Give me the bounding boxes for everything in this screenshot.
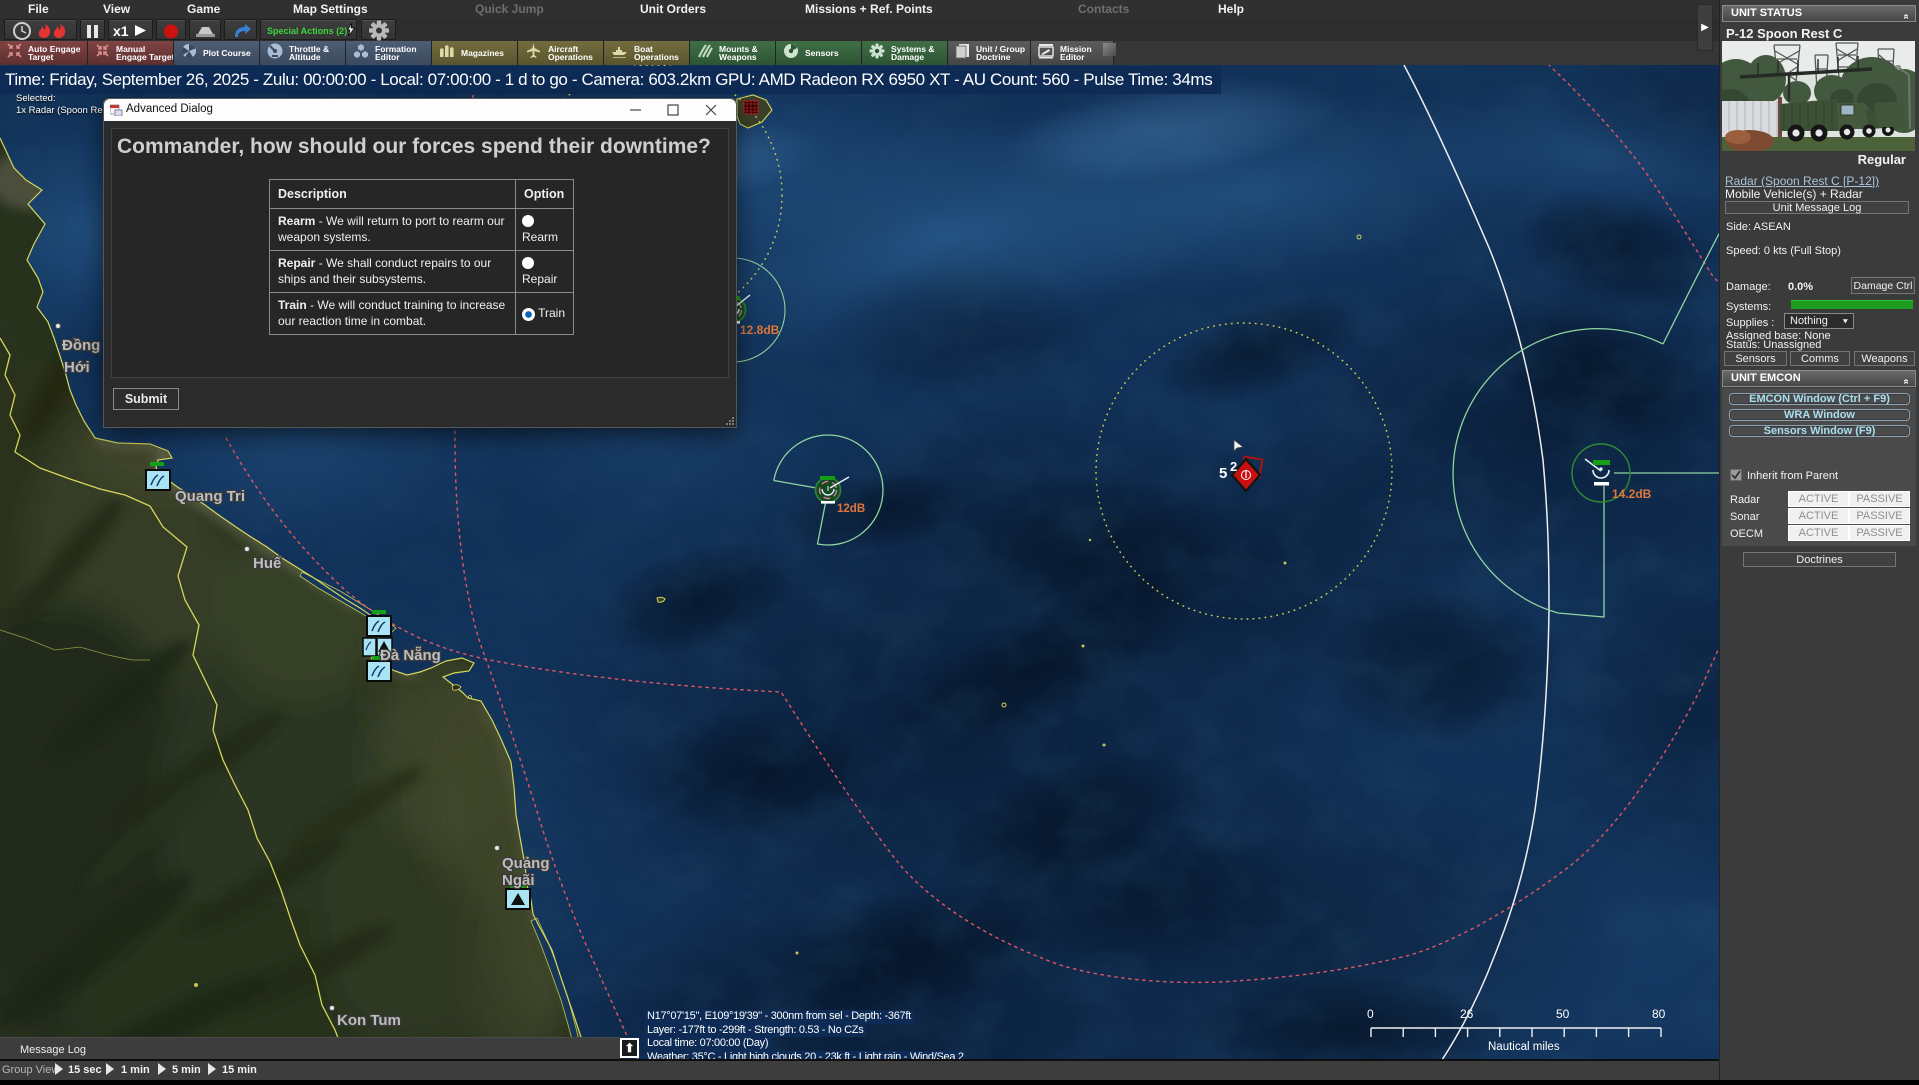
svg-text:5: 5 <box>1219 465 1227 482</box>
svg-text:Ngãi: Ngãi <box>502 872 535 889</box>
svg-text:Đà Nẵng: Đà Nẵng <box>380 647 441 664</box>
svg-text:2: 2 <box>1230 459 1237 474</box>
svg-text:Kon Tum: Kon Tum <box>337 1012 401 1029</box>
svg-text:0: 0 <box>1367 1007 1374 1021</box>
svg-text:50: 50 <box>1556 1007 1570 1021</box>
svg-text:26: 26 <box>1460 1007 1474 1021</box>
svg-text:14.2dB: 14.2dB <box>1612 487 1652 501</box>
svg-text:Nautical miles: Nautical miles <box>1488 1041 1560 1053</box>
svg-text:Quảng: Quảng <box>502 855 550 872</box>
svg-text:Huế: Huế <box>253 555 282 572</box>
svg-text:Đồng: Đồng <box>62 337 100 354</box>
svg-text:Hới: Hới <box>64 359 90 376</box>
svg-text:x1: x1 <box>113 23 129 39</box>
svg-text:80: 80 <box>1652 1007 1666 1021</box>
svg-text:Quang Tri: Quang Tri <box>175 488 245 505</box>
svg-text:12.8dB: 12.8dB <box>740 323 780 337</box>
svg-text:12dB: 12dB <box>837 503 865 515</box>
